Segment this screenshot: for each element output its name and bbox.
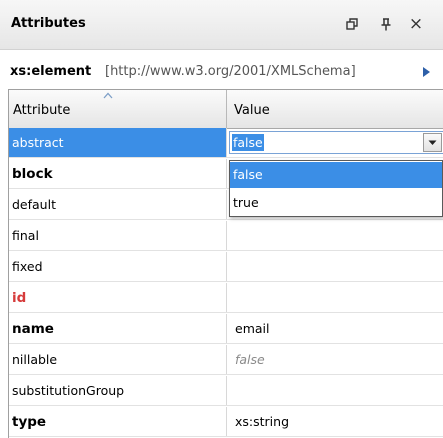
panel-title-bar: Attributes × [0,0,443,50]
table-row[interactable]: final [9,221,443,251]
dropdown-option-true[interactable]: true [230,190,442,216]
value-cell[interactable]: email [228,314,443,343]
table-row[interactable]: substitutionGroup [9,376,443,406]
table-row[interactable]: nillable false [9,345,443,375]
value-cell[interactable]: false [228,345,443,374]
table-row[interactable]: abstract false [9,128,443,158]
attribute-name: name [12,321,54,337]
attribute-name: fixed [12,259,43,274]
pin-icon[interactable] [376,13,396,35]
value-cell[interactable] [228,376,443,405]
attribute-value: email [235,321,270,336]
value-cell[interactable]: false [228,128,443,157]
play-arrow-icon[interactable] [421,65,433,79]
attribute-name: final [12,228,39,243]
attribute-cell[interactable]: name [9,314,227,343]
element-name: xs:element [10,64,92,79]
element-namespace: [http://www.w3.org/2001/XMLSchema] [105,64,356,79]
table-row[interactable]: id [9,283,443,313]
attribute-name: block [12,166,53,182]
element-path-bar: xs:element [http://www.w3.org/2001/XMLSc… [0,51,443,90]
close-icon[interactable]: × [406,13,426,35]
attribute-name: nillable [12,352,58,367]
attribute-value: xs:string [235,414,290,429]
value-cell[interactable] [228,252,443,281]
dropdown-option-false[interactable]: false [230,162,442,188]
attribute-cell[interactable]: final [9,221,227,250]
attribute-name: type [12,414,47,430]
combobox-value: false [232,134,264,151]
sort-ascending-icon [103,92,113,99]
attribute-name: abstract [12,135,64,150]
value-cell[interactable] [228,221,443,250]
column-header-attribute[interactable]: Attribute [9,90,227,128]
value-dropdown-list: false true [229,160,443,217]
table-row[interactable]: fixed [9,252,443,282]
panel-title: Attributes [11,16,86,31]
attribute-name: id [12,290,27,306]
attribute-cell[interactable]: default [9,190,227,219]
table-header: Attribute Value [9,90,443,129]
attributes-table: Attribute Value abstract false block defaul… [8,89,443,438]
column-header-label: Value [234,103,270,118]
attribute-name: substitutionGroup [12,383,125,398]
attribute-cell[interactable]: id [9,283,227,312]
attribute-cell[interactable]: block [9,159,227,188]
value-combobox[interactable]: false [229,131,443,154]
attribute-cell[interactable]: abstract [9,128,227,157]
value-cell[interactable]: xs:string [228,407,443,436]
restore-icon[interactable] [342,13,362,35]
attribute-value: false [235,352,265,367]
attribute-cell[interactable]: fixed [9,252,227,281]
table-row[interactable]: type xs:string [9,407,443,437]
column-header-label: Attribute [13,103,71,118]
attribute-cell[interactable]: nillable [9,345,227,374]
table-row[interactable]: name email [9,314,443,344]
chevron-down-icon[interactable] [423,133,442,152]
attribute-cell[interactable]: type [9,407,227,436]
column-header-value[interactable]: Value [228,90,443,128]
attribute-name: default [12,197,56,212]
value-cell[interactable] [228,283,443,312]
attribute-cell[interactable]: substitutionGroup [9,376,227,405]
